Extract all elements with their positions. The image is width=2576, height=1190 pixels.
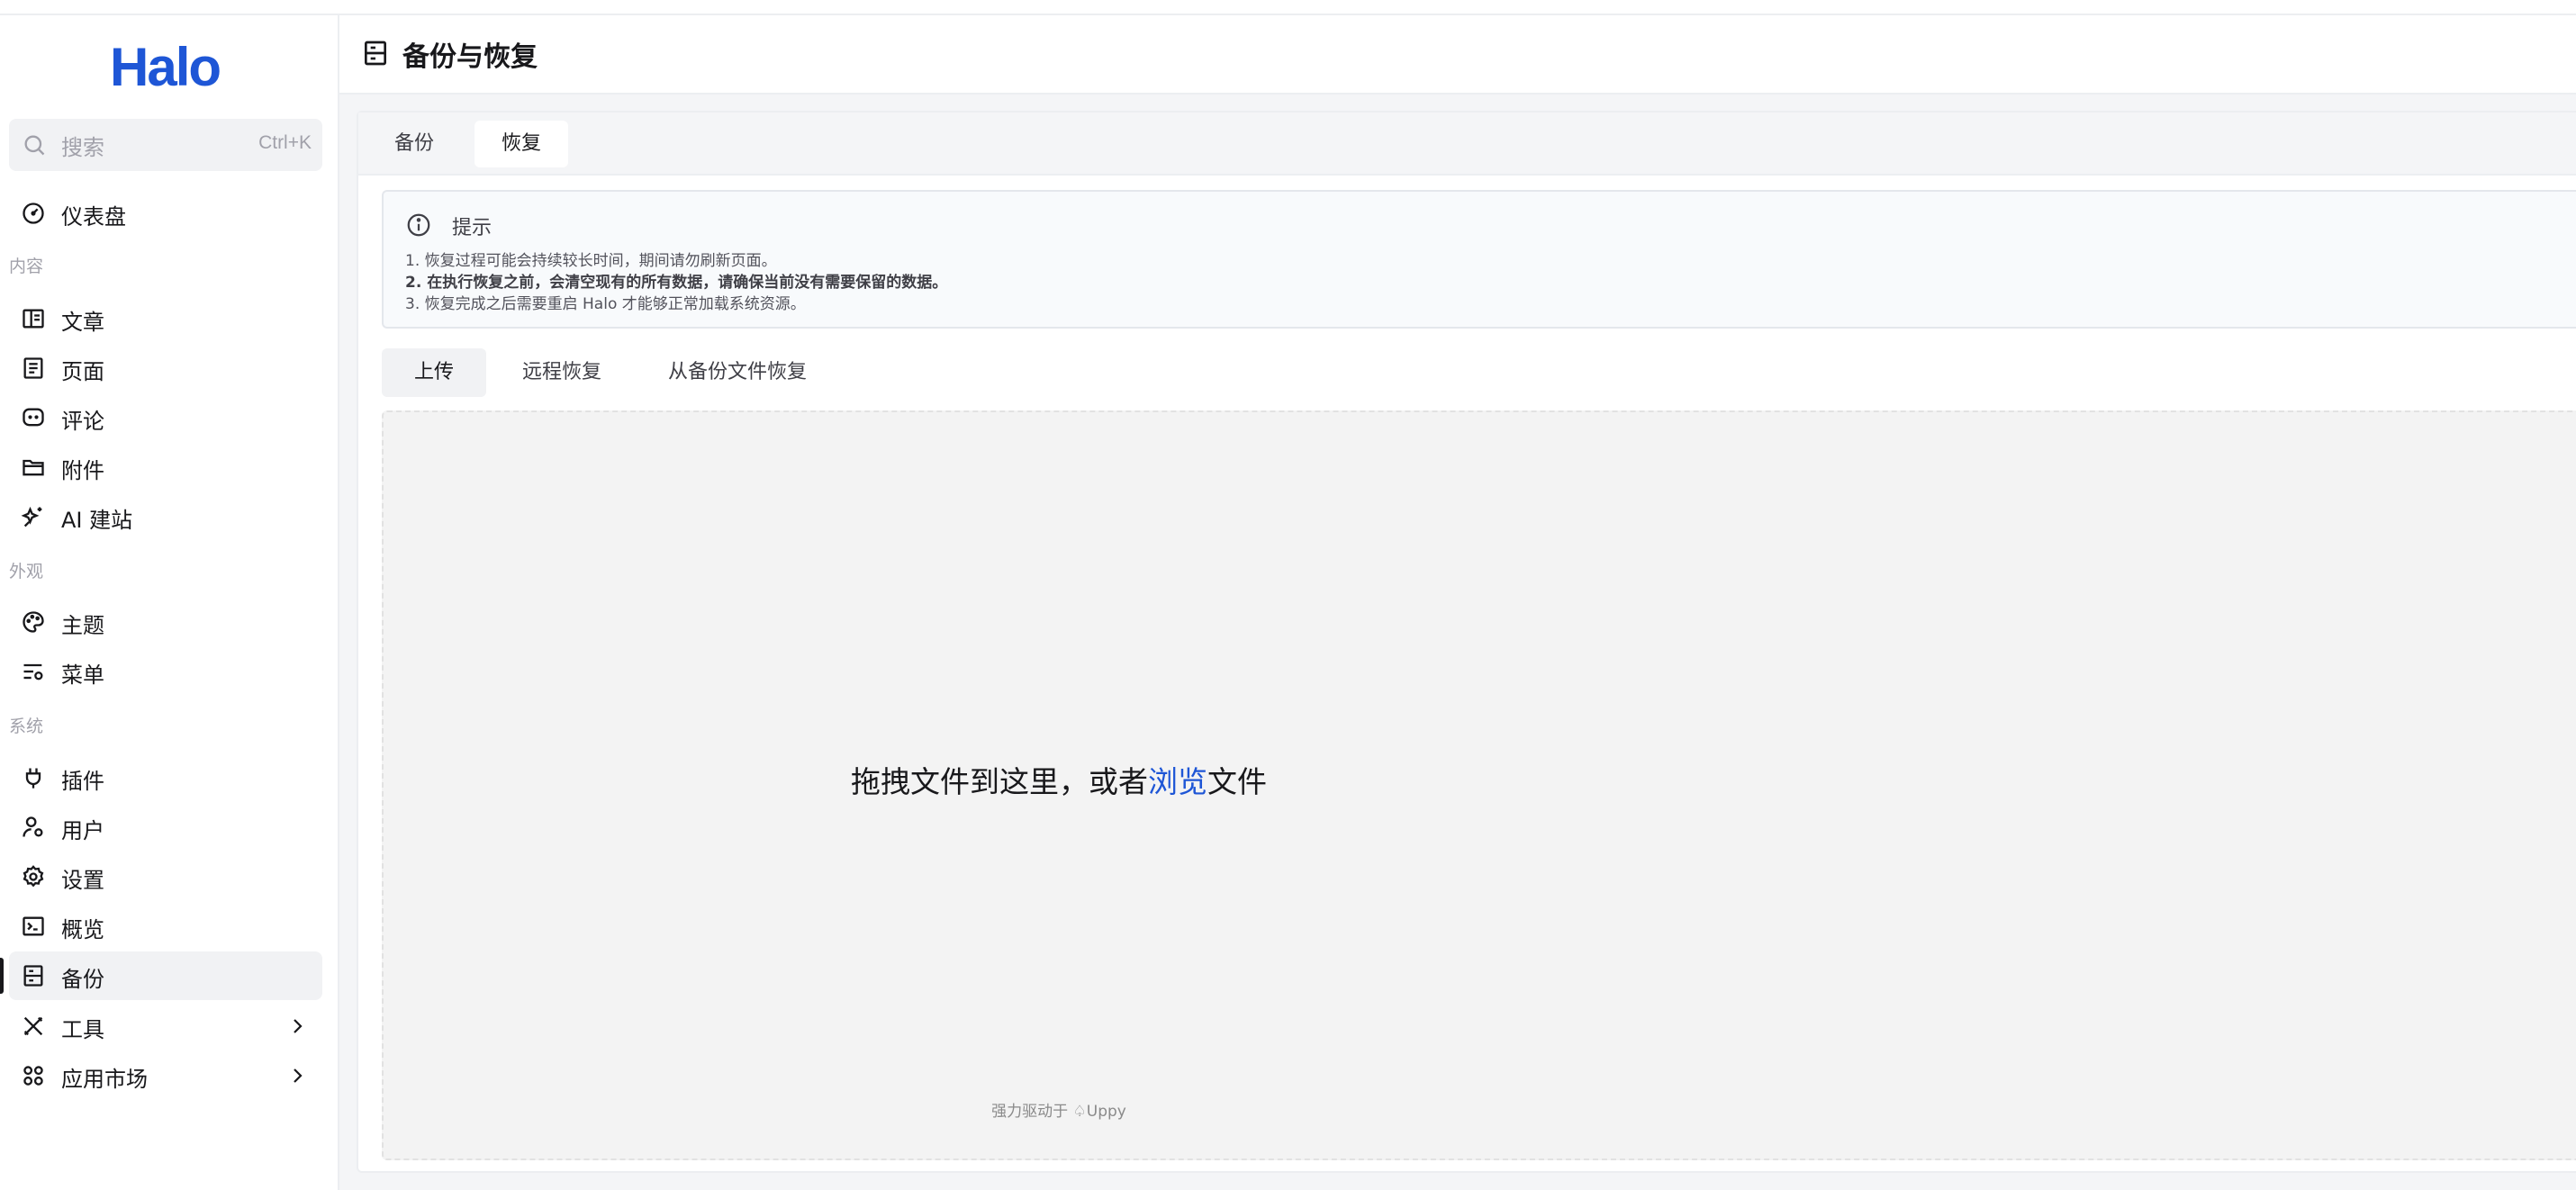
plug-icon [25, 768, 41, 789]
sidebar-item-plugins[interactable]: 插件 [9, 753, 322, 802]
menu-settings-icon [23, 663, 43, 681]
tab-bar: 备份 恢复 [358, 113, 2576, 176]
sidebar-item-label: 仪表盘 [61, 204, 126, 230]
sidebar-item-posts[interactable]: 文章 [9, 294, 322, 343]
page-title: 备份与恢复 [402, 41, 538, 73]
folder-icon [23, 459, 44, 476]
sidebar: Halo 搜索 Ctrl+K 仪表盘 内容 文章 页面 评论 附件 AI 建站 … [0, 15, 339, 1190]
file-dropzone[interactable]: 拖拽文件到这里，或者浏览文件 强力驱动于 ♤Uppy [382, 410, 2576, 1160]
alert-line: 3. 恢复完成之后需要重启 Halo 才能够正常加载系统资源。 [405, 295, 806, 313]
alert-line-warning: 2. 在执行恢复之前，会清空现有的所有数据，请确保当前没有需要保留的数据。 [405, 274, 948, 292]
sidebar-item-menus[interactable]: 菜单 [9, 647, 322, 696]
apps-icon [23, 1066, 43, 1086]
search-icon [24, 135, 45, 156]
info-alert: 提示 1. 恢复过程可能会持续较长时间，期间请勿刷新页面。 2. 在执行恢复之前… [382, 190, 2576, 329]
tools-icon [23, 1016, 43, 1036]
alert-title: 提示 [452, 217, 493, 239]
tab-backup[interactable]: 备份 [367, 121, 461, 167]
sidebar-item-themes[interactable]: 主题 [9, 598, 322, 646]
alert-line: 1. 恢复过程可能会持续较长时间，期间请勿刷新页面。 [405, 252, 777, 270]
main-card: 备份 恢复 提示 1. 恢复过程可能会持续较长时间，期间请勿刷新页面。 2. 在… [357, 111, 2576, 1173]
sidebar-item-ai-site[interactable]: AI 建站 [9, 492, 322, 541]
group-label-content: 内容 [9, 257, 44, 276]
archive-icon [23, 965, 43, 987]
dropzone-prompt: 拖拽文件到这里，或者浏览文件 [851, 764, 1267, 799]
browse-link[interactable]: 浏览 [1148, 764, 1207, 799]
page-icon [23, 357, 43, 379]
group-label-system: 系统 [9, 717, 44, 736]
comment-icon [23, 408, 44, 427]
sidebar-item-attachments[interactable]: 附件 [9, 443, 322, 491]
sparkle-icon [21, 506, 42, 527]
sidebar-item-pages[interactable]: 页面 [9, 344, 322, 392]
sidebar-item-backup[interactable]: 备份 [9, 951, 322, 1000]
search-shortcut: Ctrl+K [258, 132, 312, 153]
subtab-from-file[interactable]: 从备份文件恢复 [636, 348, 839, 397]
subtab-remote[interactable]: 远程恢复 [490, 348, 634, 397]
chevron-right-icon [294, 1019, 303, 1033]
gear-icon [23, 865, 44, 888]
sidebar-item-comments[interactable]: 评论 [9, 393, 322, 442]
subtab-upload[interactable]: 上传 [382, 348, 487, 397]
sidebar-item-overview[interactable]: 概览 [9, 902, 322, 951]
sidebar-item-tools[interactable]: 工具 [9, 1002, 322, 1050]
user-settings-icon [23, 816, 43, 837]
group-label-appearance: 外观 [9, 562, 44, 581]
info-icon [407, 213, 430, 237]
gauge-icon [23, 203, 44, 224]
book-open-icon [23, 309, 44, 329]
sidebar-item-dashboard[interactable]: 仪表盘 [9, 189, 322, 238]
sidebar-item-settings[interactable]: 设置 [9, 852, 322, 901]
halo-logo[interactable]: Halo [110, 41, 227, 95]
sidebar-item-users[interactable]: 用户 [9, 803, 322, 852]
palette-icon [23, 611, 44, 633]
search-input[interactable]: 搜索 Ctrl+K [9, 119, 322, 171]
active-indicator [0, 958, 4, 994]
terminal-icon [23, 916, 44, 936]
search-placeholder: 搜索 [61, 135, 104, 160]
page-header: 备份与恢复 [339, 15, 2576, 95]
tab-restore[interactable]: 恢复 [475, 121, 569, 167]
chevron-right-icon [294, 1068, 303, 1083]
sidebar-item-app-market[interactable]: 应用市场 [9, 1051, 322, 1100]
powered-by-uppy: 强力驱动于 ♤Uppy [991, 1103, 1126, 1121]
top-border [0, 0, 2576, 15]
archive-icon [365, 41, 386, 66]
